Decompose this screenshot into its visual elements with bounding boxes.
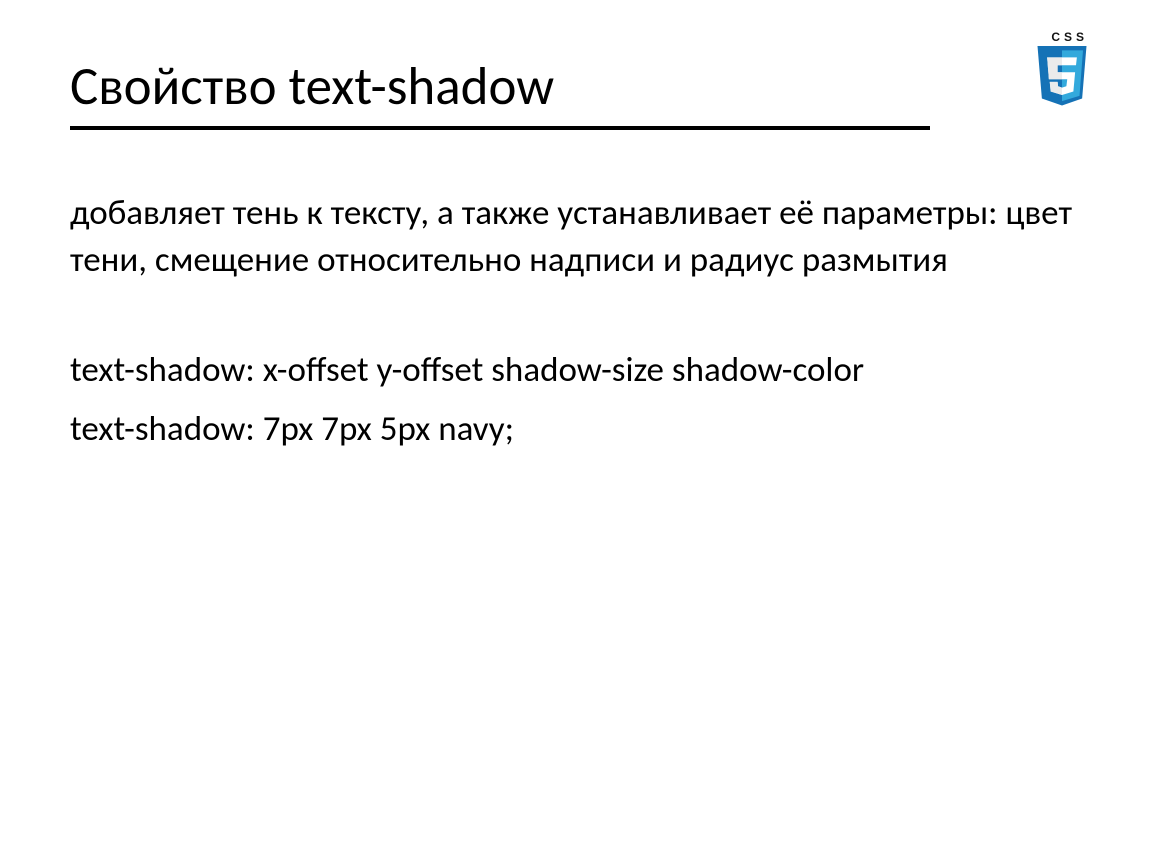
spacer bbox=[70, 297, 1080, 347]
slide: CSS Свойство text-shadow добавляет тень … bbox=[0, 0, 1150, 864]
slide-title: Свойство text-shadow bbox=[70, 58, 930, 130]
description-text: добавляет тень к тексту, а также устанав… bbox=[70, 190, 1080, 285]
syntax-text: text-shadow: x-offset y-offset shadow-si… bbox=[70, 347, 1080, 394]
slide-body: добавляет тень к тексту, а также устанав… bbox=[70, 190, 1080, 465]
example-text: text-shadow: 7px 7px 5px navy; bbox=[70, 406, 1080, 453]
css3-logo-label: CSS bbox=[1034, 30, 1090, 44]
title-block: Свойство text-shadow bbox=[70, 58, 1080, 130]
